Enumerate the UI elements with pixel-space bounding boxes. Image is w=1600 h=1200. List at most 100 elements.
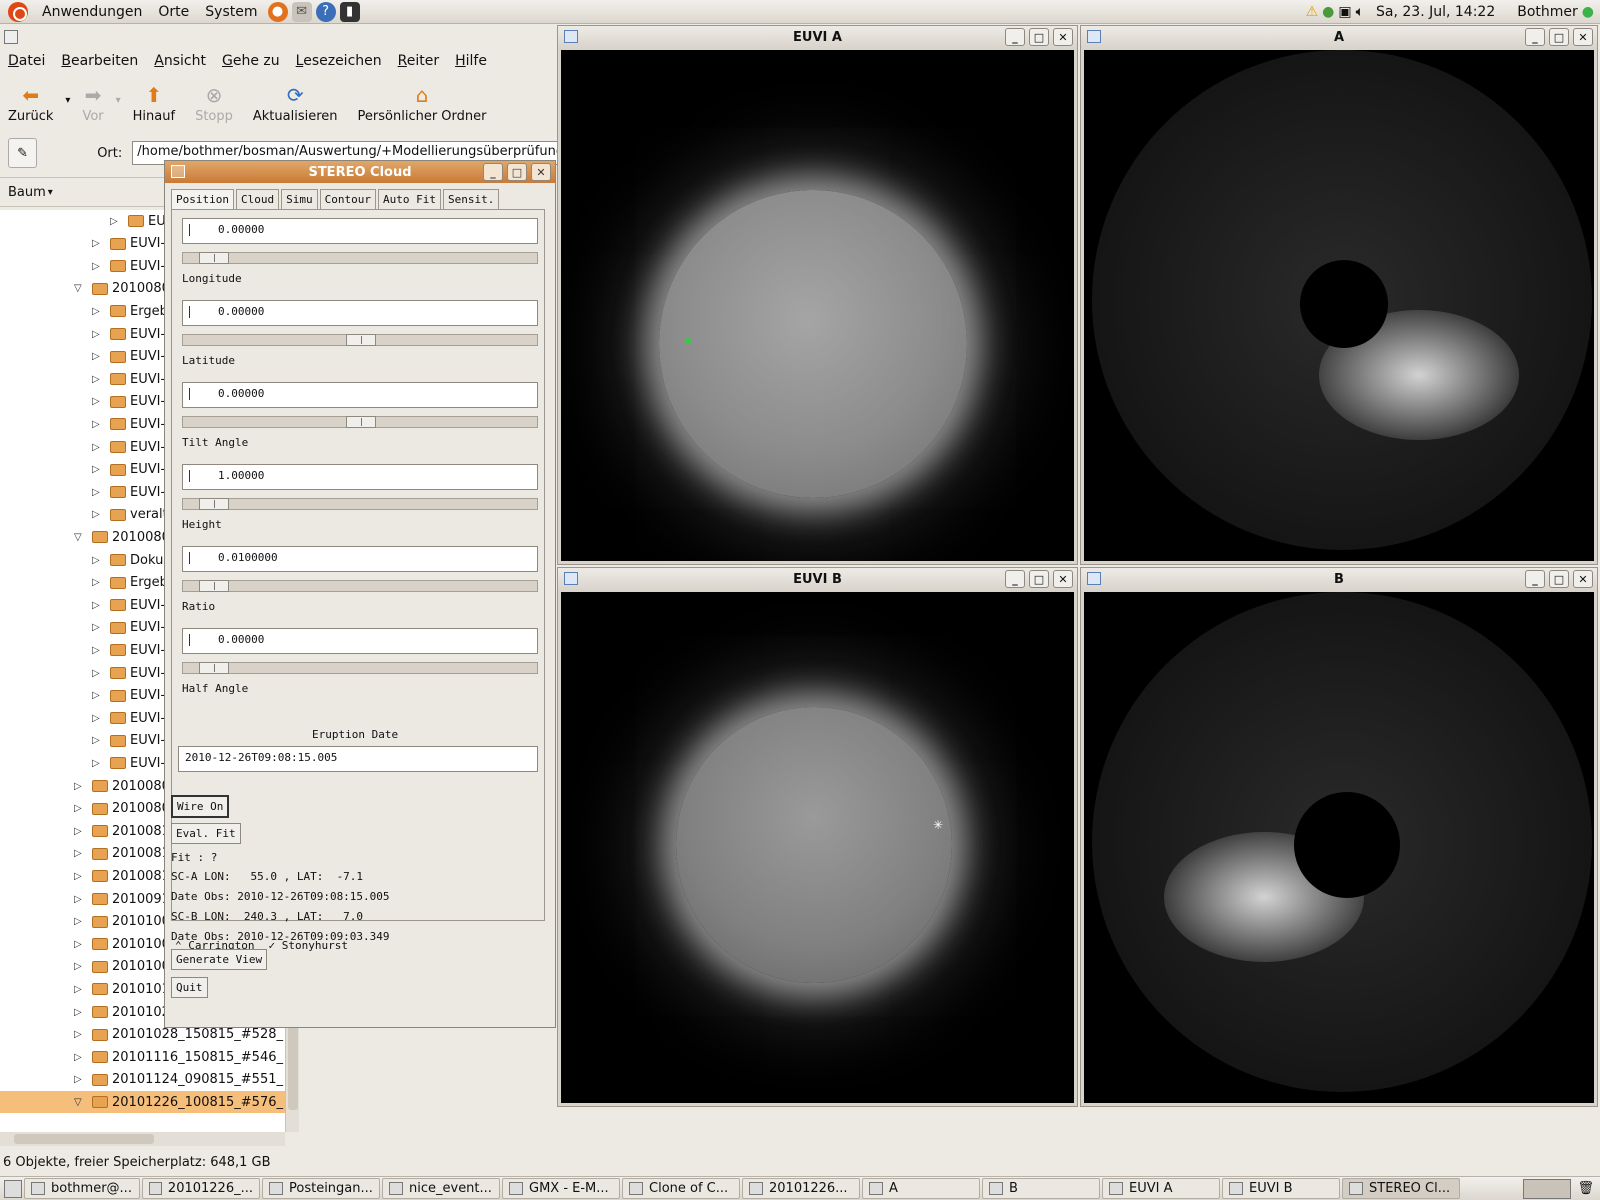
triangle-right-icon[interactable]: ▷ [92, 419, 106, 430]
tree-item[interactable]: ▷ EUVI- [92, 368, 165, 390]
workspace-switcher[interactable] [1523, 1178, 1572, 1199]
triangle-right-icon[interactable]: ▷ [92, 758, 106, 769]
triangle-right-icon[interactable]: ▷ [74, 939, 88, 950]
tree-item[interactable]: ▷ 2010100 [74, 933, 170, 955]
tree-item[interactable]: ▷ Ergeb [92, 572, 168, 594]
menu-gehe-zu[interactable]: Gehe zu [214, 53, 288, 69]
param-input-4[interactable]: 0.0100000 [182, 546, 538, 572]
param-slider-0[interactable] [182, 252, 538, 264]
tree-item[interactable]: ▷ EUVI- [92, 459, 165, 481]
tree-item[interactable]: ▷ 2010081 [74, 843, 170, 865]
tree-item[interactable]: ▷ 2010100 [74, 911, 170, 933]
tree-item[interactable]: ▷ 2010100 [74, 956, 170, 978]
tree-horizontal-scrollbar[interactable] [0, 1132, 285, 1146]
tab-simu[interactable]: Simu [281, 189, 318, 209]
taskbar-item[interactable]: 20101226... [742, 1178, 860, 1199]
taskbar-item[interactable]: Posteingan... [262, 1178, 380, 1199]
triangle-right-icon[interactable]: ▷ [92, 351, 106, 362]
hscrollbar-thumb[interactable] [14, 1134, 154, 1144]
close-icon[interactable]: ✕ [1573, 28, 1593, 46]
eruption-date-input[interactable]: 2010-12-26T09:08:15.005 [178, 746, 538, 772]
tab-position[interactable]: Position [171, 189, 234, 209]
menu-bearbeiten[interactable]: Bearbeiten [53, 53, 146, 69]
close-icon[interactable]: ✕ [1053, 570, 1073, 588]
clock[interactable]: Sa, 23. Jul, 14:22 [1376, 4, 1495, 20]
slider-knob[interactable] [199, 252, 230, 264]
menu-datei[interactable]: Datei [0, 53, 53, 69]
euvi-b-image[interactable]: ✳ [561, 592, 1074, 1103]
tree-item[interactable]: ▽ 20101226_100815_#576_ [0, 1091, 285, 1114]
stereo-cloud-titlebar[interactable]: STEREO Cloud _ □ ✕ [165, 161, 555, 183]
tree-item[interactable]: ▽ 2010080 [74, 526, 170, 548]
maximize-icon[interactable]: □ [507, 163, 527, 181]
slider-knob[interactable] [346, 416, 376, 428]
param-slider-1[interactable] [182, 334, 538, 346]
triangle-right-icon[interactable]: ▷ [92, 690, 106, 701]
tree-item[interactable]: ▽ 2010080 [74, 278, 170, 300]
slider-knob[interactable] [199, 498, 230, 510]
cor-a-window[interactable]: A _ □ ✕ [1080, 25, 1598, 565]
tree-item[interactable]: ▷ EUVI- [92, 685, 165, 707]
triangle-right-icon[interactable]: ▷ [74, 1007, 88, 1018]
taskbar-item[interactable]: nice_event... [382, 1178, 500, 1199]
triangle-right-icon[interactable]: ▷ [92, 600, 106, 611]
status-online-icon[interactable]: ● [1582, 4, 1594, 20]
tree-item[interactable]: ▷ Doku [92, 549, 163, 571]
edit-location-icon[interactable]: ✎ [8, 138, 38, 168]
tree-item[interactable]: ▷ EUVI- [92, 391, 165, 413]
triangle-right-icon[interactable]: ▷ [92, 396, 106, 407]
triangle-right-icon[interactable]: ▷ [74, 916, 88, 927]
tab-cloud[interactable]: Cloud [235, 189, 280, 209]
taskbar-item[interactable]: STEREO Cl... [1342, 1178, 1460, 1199]
window-icon[interactable] [1087, 572, 1101, 585]
up-button[interactable]: ⬆ Hinauf [125, 83, 183, 124]
tree-item[interactable]: ▷ 20101116_150815_#546_ [74, 1046, 283, 1068]
forward-button[interactable]: ➡ Vor [74, 83, 111, 124]
minimize-icon[interactable]: _ [1525, 28, 1545, 46]
cor-b-titlebar[interactable]: B _ □ ✕ [1081, 568, 1597, 590]
euvi-b-window[interactable]: EUVI B _ □ ✕ ✳ [557, 567, 1078, 1107]
param-input-5[interactable]: 0.00000 [182, 628, 538, 654]
triangle-right-icon[interactable]: ▷ [92, 622, 106, 633]
terminal-icon[interactable]: ▮ [339, 1, 360, 22]
triangle-right-icon[interactable]: ▷ [74, 1052, 88, 1063]
menu-hilfe[interactable]: Hilfe [447, 53, 495, 69]
taskbar-item[interactable]: A [862, 1178, 980, 1199]
tree-item[interactable]: ▷ EUVI- [92, 436, 165, 458]
window-menu-icon[interactable] [4, 30, 18, 44]
network-icon[interactable]: ● [1322, 4, 1334, 20]
param-slider-4[interactable] [182, 580, 538, 592]
triangle-right-icon[interactable]: ▷ [92, 487, 106, 498]
triangle-right-icon[interactable]: ▷ [74, 826, 88, 837]
tree-item[interactable]: ▷ 2010091 [74, 888, 170, 910]
tree-item[interactable]: ▷ Ergeb [92, 300, 168, 322]
tree-item[interactable]: ▷ EUVI- [92, 346, 165, 368]
tab-contour[interactable]: Contour [319, 189, 376, 209]
minimize-icon[interactable]: _ [483, 163, 503, 181]
slider-knob[interactable] [199, 580, 230, 592]
param-input-0[interactable]: 0.00000 [182, 218, 538, 244]
param-input-1[interactable]: 0.00000 [182, 300, 538, 326]
triangle-down-icon[interactable]: ▽ [74, 532, 88, 543]
close-icon[interactable]: ✕ [1053, 28, 1073, 46]
minimize-icon[interactable]: _ [1005, 28, 1025, 46]
tree-item[interactable]: ▷ EUVI- [92, 752, 165, 774]
tree-item[interactable]: ▷ 2010081 [74, 865, 170, 887]
wire-on-button[interactable]: Wire On [171, 795, 230, 818]
taskbar-item[interactable]: Clone of C... [622, 1178, 740, 1199]
home-folder-button[interactable]: ⌂ Persönlicher Ordner [350, 83, 495, 124]
user-name[interactable]: Bothmer [1517, 4, 1578, 20]
tree-item[interactable]: ▷ EUVI- [92, 730, 165, 752]
triangle-right-icon[interactable]: ▷ [74, 871, 88, 882]
triangle-right-icon[interactable]: ▷ [92, 713, 106, 724]
close-icon[interactable]: ✕ [531, 163, 551, 181]
taskbar-item[interactable]: EUVI A [1102, 1178, 1220, 1199]
trash-icon[interactable]: 🗑︎ [1577, 1181, 1594, 1196]
ubuntu-logo-icon[interactable] [8, 1, 28, 22]
triangle-right-icon[interactable]: ▷ [92, 442, 106, 453]
triangle-right-icon[interactable]: ▷ [74, 1029, 88, 1040]
triangle-right-icon[interactable]: ▷ [92, 555, 106, 566]
menu-ansicht[interactable]: Ansicht [146, 53, 214, 69]
tree-item[interactable]: ▷ EUVI- [92, 594, 165, 616]
generate-view-button[interactable]: Generate View [171, 949, 268, 970]
